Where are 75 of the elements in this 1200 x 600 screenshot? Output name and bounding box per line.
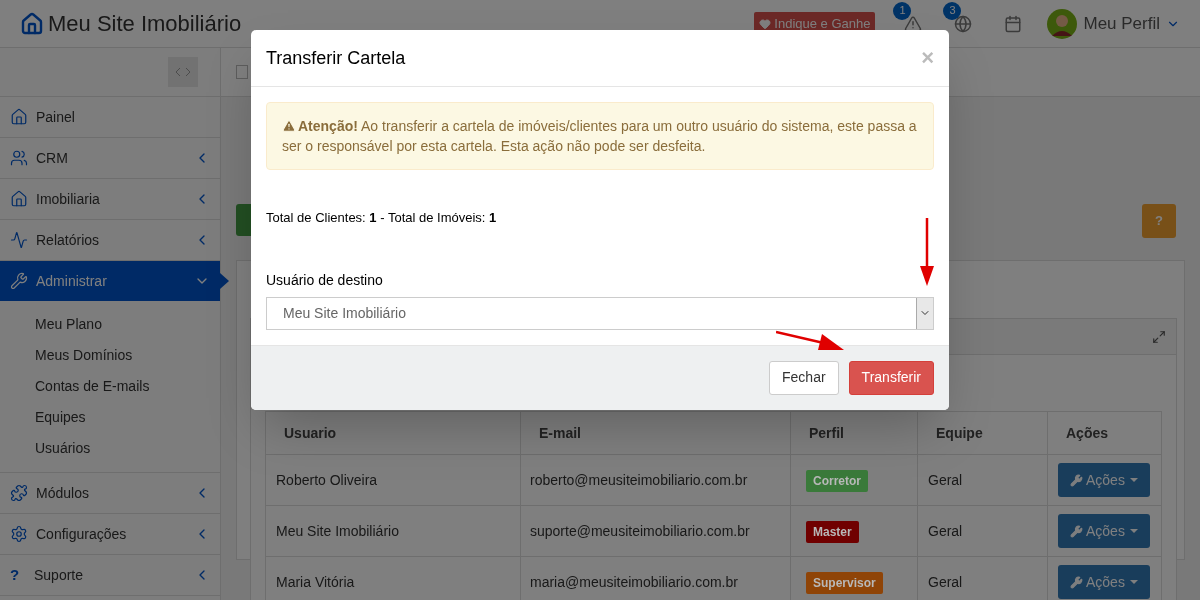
sidebar-label: Painel [36, 107, 76, 127]
wrench-icon [1070, 575, 1083, 589]
site-logo[interactable]: Meu Site Imobiliário [48, 7, 242, 40]
modal-title: Transferir Cartela [266, 46, 407, 70]
caret-icon [1129, 529, 1138, 533]
table-cell: Meu Site Imobiliário [265, 505, 521, 557]
dropdown-icon [916, 297, 933, 329]
totals-text: Total de Clientes: 1 - Total de Imóveis: 1 [266, 209, 498, 227]
table-cell: roberto@meusiteimobiliario.com.br [520, 454, 791, 506]
column-header: Equipe [917, 411, 1048, 455]
actions-button[interactable]: Ações [1058, 565, 1150, 599]
field-label: Usuário de destino [266, 270, 384, 290]
submenu-item[interactable]: Equipes [0, 402, 220, 433]
home-icon [10, 108, 28, 126]
sidebar-item[interactable]: Módulos [0, 473, 220, 513]
expand-icon[interactable] [1152, 329, 1166, 344]
sidebar-item[interactable]: Painel [0, 97, 220, 137]
wrench-icon [1070, 473, 1083, 487]
annotation-arrow [918, 218, 936, 286]
users-icon [10, 149, 28, 167]
globe-icon [954, 14, 973, 33]
sidebar-label: Administrar [36, 271, 108, 291]
column-header: E-mail [520, 411, 791, 455]
submenu-item[interactable]: Meus Domínios [0, 340, 220, 371]
avatar [1047, 8, 1078, 39]
sidebar-label: Imobiliaria [36, 189, 101, 209]
caret-icon [1129, 580, 1138, 584]
warning-icon [282, 118, 296, 133]
table-cell: suporte@meusiteimobiliario.com.br [520, 505, 791, 557]
actions-button[interactable]: Ações [1058, 463, 1150, 497]
sidebar-item[interactable]: ? Suporte [0, 555, 220, 595]
sidebar-item[interactable]: CRM [0, 138, 220, 178]
warning-icon [904, 14, 923, 33]
sidebar-label: Configurações [36, 524, 128, 544]
table-cell: Roberto Oliveira [265, 454, 521, 506]
sidebar-label: Relatórios [36, 230, 101, 250]
close-dialog-button[interactable]: Fechar [769, 360, 839, 395]
submenu-item[interactable]: Meu Plano [0, 309, 220, 340]
sidebar-item[interactable]: Imobiliaria [0, 179, 220, 219]
warning-message: Atenção! Ao transferir a cartela de imóveis/clientes para um outro usuário do sistema, este passa a ser o responsável por esta cartela. Esta ação não pode ser desfeita. [282, 117, 918, 156]
settings-icon [10, 525, 28, 543]
column-header: Perfil [790, 411, 918, 455]
column-header: Usuario [265, 411, 521, 455]
table-cell: Maria Vitória [265, 556, 521, 600]
puzzle-icon [10, 484, 28, 502]
wrench-icon [10, 272, 28, 290]
sidebar-label: Módulos [36, 483, 90, 503]
wrench-icon [1070, 524, 1083, 538]
count-badge: 3 [943, 1, 962, 20]
home-icon [10, 190, 28, 208]
sidebar-item[interactable]: Configurações [0, 514, 220, 554]
profile-menu[interactable]: Meu Perfil [1083, 10, 1160, 37]
submenu-item[interactable]: Usuários [0, 433, 220, 464]
role-tag: Supervisor [806, 571, 883, 594]
transfer-button[interactable]: Transferir [848, 360, 934, 395]
help-icon: ? [10, 563, 26, 587]
role-tag: Master [806, 520, 859, 543]
actions-button[interactable]: Ações [1058, 514, 1150, 548]
count-badge: 1 [893, 1, 912, 20]
sidebar-item[interactable]: Relatórios [0, 220, 220, 260]
calendar-icon [1004, 14, 1023, 33]
caret-icon [1129, 478, 1138, 482]
collapse-icon [174, 67, 192, 77]
table-cell: Geral [917, 505, 1048, 557]
pulse-icon [10, 231, 28, 249]
sidebar-label: CRM [36, 148, 69, 168]
submenu-item[interactable]: Contas de E-mails [0, 371, 220, 402]
user-select[interactable]: Meu Site Imobiliário [266, 296, 934, 330]
role-tag: Corretor [806, 469, 868, 492]
breadcrumb-icon [236, 65, 248, 79]
sidebar-toggle[interactable] [168, 57, 198, 87]
table-cell: Geral [917, 454, 1048, 506]
home-icon [20, 11, 44, 36]
sidebar-label: Suporte [34, 565, 85, 585]
column-header: Ações [1047, 411, 1162, 455]
